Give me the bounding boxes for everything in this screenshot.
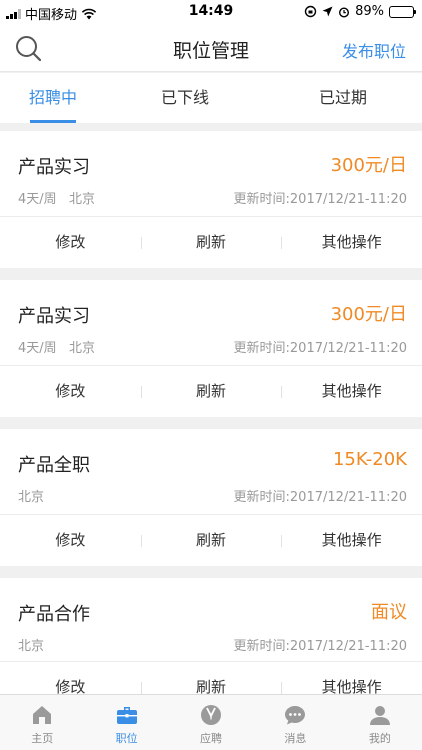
edit-button[interactable]: 修改 [0,515,141,566]
status-tabs: 招聘中 已下线 已过期 [0,73,422,123]
job-card[interactable]: 产品实习 300元/日 4天/周 北京 更新时间:2017/12/21-11:2… [0,280,422,417]
job-salary: 面议 [371,602,407,623]
job-card[interactable]: 产品实习 300元/日 4天/周 北京 更新时间:2017/12/21-11:2… [0,131,422,268]
job-title: 产品全职 [18,455,90,476]
tabbar-item-home[interactable]: 主页 [0,695,84,750]
job-meta: 4天/周 北京 [18,192,96,207]
job-updated-time: 更新时间:2017/12/21-11:20 [233,490,407,505]
header: 职位管理 发布职位 [0,24,422,72]
more-actions-button[interactable]: 其他操作 [281,515,422,566]
tabbar-item-applications[interactable]: 应聘 [169,695,253,750]
tabbar-item-profile[interactable]: 我的 [338,695,422,750]
job-card-info[interactable]: 产品合作 面议 北京 更新时间:2017/12/21-11:20 [0,578,422,662]
person-icon [369,706,390,725]
suit-icon [201,705,222,725]
job-actions: 修改 刷新 其他操作 [0,366,422,417]
edit-button[interactable]: 修改 [0,366,141,417]
tab-expired[interactable]: 已过期 [264,73,422,123]
publish-job-button[interactable]: 发布职位 [342,38,406,62]
search-button[interactable] [14,34,44,64]
bottom-tab-bar: 主页 职位 应聘 消息 我的 [0,694,422,750]
job-salary: 300元/日 [330,304,407,325]
refresh-button[interactable]: 刷新 [140,366,282,417]
tabbar-label: 我的 [368,732,391,745]
tabbar-label: 职位 [115,732,138,745]
job-title: 产品合作 [18,604,90,625]
location-icon [322,6,333,17]
job-card-info[interactable]: 产品实习 300元/日 4天/周 北京 更新时间:2017/12/21-11:2… [0,131,422,217]
job-title: 产品实习 [18,306,90,327]
refresh-button[interactable]: 刷新 [140,217,282,268]
job-updated-time: 更新时间:2017/12/21-11:20 [233,341,407,356]
tabbar-item-messages[interactable]: 消息 [253,695,337,750]
tabbar-label: 消息 [284,732,307,745]
chat-bubble-icon [285,706,306,725]
job-salary: 300元/日 [330,155,407,176]
more-actions-button[interactable]: 其他操作 [281,217,422,268]
job-meta: 北京 [18,639,45,654]
battery-percent: 89% [355,4,384,19]
tab-recruiting[interactable]: 招聘中 [0,73,106,123]
tabbar-label: 应聘 [200,732,223,745]
job-list: 产品实习 300元/日 4天/周 北京 更新时间:2017/12/21-11:2… [0,131,422,725]
briefcase-icon [116,707,137,724]
status-right: 89% [304,4,416,19]
job-actions: 修改 刷新 其他操作 [0,515,422,566]
job-actions: 修改 刷新 其他操作 [0,217,422,268]
job-card[interactable]: 产品全职 15K-20K 北京 更新时间:2017/12/21-11:20 修改… [0,429,422,566]
tabbar-label: 主页 [31,732,54,745]
job-meta: 北京 [18,490,45,505]
job-title: 产品实习 [18,157,90,178]
status-bar: 中国移动 14:49 89% [0,0,422,24]
job-salary: 15K-20K [332,449,407,470]
job-updated-time: 更新时间:2017/12/21-11:20 [233,639,407,654]
search-icon [16,36,42,62]
job-card[interactable]: 产品合作 面议 北京 更新时间:2017/12/21-11:20 修改 刷新 其… [0,578,422,713]
edit-button[interactable]: 修改 [0,217,141,268]
battery-icon [389,5,416,18]
home-icon [33,706,52,724]
tab-offline[interactable]: 已下线 [106,73,264,123]
rotation-lock-icon [304,5,317,18]
job-card-info[interactable]: 产品全职 15K-20K 北京 更新时间:2017/12/21-11:20 [0,429,422,515]
job-meta: 4天/周 北京 [18,341,96,356]
more-actions-button[interactable]: 其他操作 [281,366,422,417]
tabbar-item-jobs[interactable]: 职位 [84,695,168,750]
alarm-icon [339,6,350,18]
job-card-info[interactable]: 产品实习 300元/日 4天/周 北京 更新时间:2017/12/21-11:2… [0,280,422,366]
refresh-button[interactable]: 刷新 [140,515,282,566]
job-updated-time: 更新时间:2017/12/21-11:20 [233,192,407,207]
